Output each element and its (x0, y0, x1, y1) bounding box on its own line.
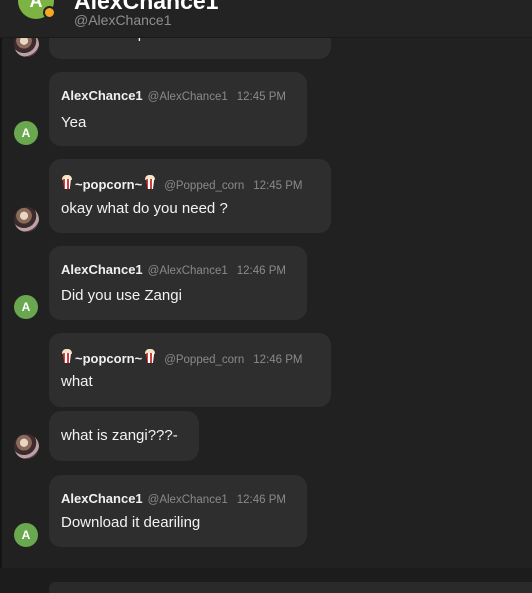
message-text: Did you use Zangi (61, 287, 182, 304)
avatar[interactable]: A (14, 523, 38, 547)
message-header: AlexChance1 @AlexChance1 12:46 PM (61, 262, 286, 277)
message-text: okay what do you need ? (61, 200, 228, 217)
popcorn-emoji-icon (62, 349, 72, 363)
message-bubble[interactable]: AlexChance1 @AlexChance1 12:46 PM Did yo… (49, 246, 307, 320)
popcorn-emoji-icon (145, 175, 156, 189)
message-handle: @AlexChance1 (147, 91, 228, 103)
message-input[interactable] (49, 582, 532, 593)
message-author[interactable]: ~popcorn~ (75, 177, 142, 192)
chat-header: A AlexChance1 @AlexChance1 (0, 0, 532, 38)
header-handle: @AlexChance1 (74, 12, 172, 28)
message-header: AlexChance1 @AlexChance1 12:45 PM (61, 88, 286, 103)
header-avatar-letter: A (29, 0, 43, 11)
message-time: 12:46 PM (253, 354, 303, 366)
message-bubble[interactable]: ~popcorn~ @Popped_corn 12:45 PM okay wha… (49, 159, 331, 233)
avatar[interactable]: A (14, 121, 38, 145)
message-time: 12:46 PM (236, 494, 286, 506)
avatar[interactable]: A (14, 295, 38, 319)
message-bubble[interactable]: AlexChance1 @AlexChance1 12:45 PM Yea (49, 72, 307, 146)
message-text: Yea (61, 114, 87, 131)
avatar[interactable] (14, 207, 39, 232)
message-author[interactable]: ~popcorn~ (75, 351, 142, 366)
message-header: ~popcorn~ @Popped_corn 12:46 PM (61, 349, 303, 366)
message-handle: @Popped_corn (164, 354, 245, 366)
message-header: ~popcorn~ @Popped_corn 12:45 PM (61, 175, 303, 192)
message-handle: @Popped_corn (164, 180, 245, 192)
message-handle: @AlexChance1 (147, 494, 228, 506)
message-text: what (61, 373, 93, 390)
message-text: Download it deariling (61, 514, 201, 531)
message-time: 12:45 PM (253, 180, 303, 192)
message-time: 12:45 PM (236, 91, 286, 103)
message-bubble[interactable]: what is zangi???- (49, 411, 199, 461)
popcorn-emoji-icon (62, 175, 72, 189)
popcorn-emoji-icon (145, 349, 156, 363)
message-author[interactable]: AlexChance1 (61, 262, 143, 277)
message-header: AlexChance1 @AlexChance1 12:46 PM (61, 491, 286, 506)
message-bubble[interactable]: ~popcorn~ @Popped_corn 12:46 PM what (49, 333, 331, 407)
message-handle: @AlexChance1 (147, 265, 228, 277)
message-text: what is zangi???- (61, 427, 178, 444)
message-author[interactable]: AlexChance1 (61, 88, 143, 103)
message-author[interactable]: AlexChance1 (61, 491, 143, 506)
header-avatar[interactable]: A (18, 0, 56, 19)
message-bubble[interactable]: AlexChance1 @AlexChance1 12:46 PM Downlo… (49, 475, 307, 547)
status-indicator (43, 6, 56, 19)
message-time: 12:46 PM (236, 265, 286, 277)
avatar[interactable] (14, 434, 39, 459)
sidebar-edge (0, 0, 2, 593)
